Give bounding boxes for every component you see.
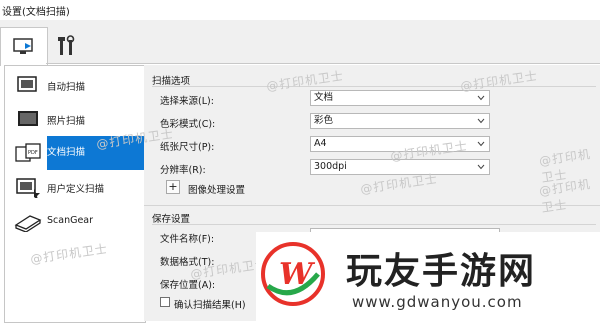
sidebar-item-auto-scan[interactable]: 自动扫描	[5, 68, 145, 102]
tab-strip	[0, 20, 600, 66]
sidebar-item-label: 用户定义扫描	[47, 184, 105, 195]
sidebar-item-label: 自动扫描	[47, 82, 86, 93]
scan-options-title: 扫描选项	[152, 76, 191, 87]
chevron-down-icon	[477, 164, 485, 170]
scangear-icon	[14, 215, 42, 232]
title-bar: 设置(文档扫描)	[0, 0, 600, 20]
tab-tools[interactable]	[47, 28, 87, 64]
sidebar-item-custom-scan[interactable]: 用户定义扫描	[5, 170, 145, 204]
color-mode-value: 彩色	[314, 115, 334, 126]
chevron-down-icon	[477, 118, 485, 124]
section-separator	[144, 205, 600, 206]
window-title: 设置(文档扫描)	[2, 7, 70, 18]
image-processing-label: 图像处理设置	[188, 185, 246, 196]
chevron-down-icon	[477, 141, 485, 147]
source-value: 文档	[314, 92, 334, 103]
sidebar-item-scangear[interactable]: ScanGear	[5, 204, 145, 238]
custom-scan-icon	[16, 178, 40, 198]
brand-url: www.gdwanyou.com	[352, 293, 523, 311]
save-settings-title: 保存设置	[152, 214, 191, 225]
sidebar-item-label: ScanGear	[47, 215, 94, 226]
confirm-scan-label: 确认扫描结果(H)	[174, 300, 246, 311]
brand-title: 玩友手游网	[346, 251, 537, 292]
scan-options-divider	[152, 86, 596, 87]
save-settings-divider	[152, 224, 596, 225]
sidebar: 自动扫描 照片扫描 PDF 文档扫描 用户定义扫描 ScanGear	[4, 65, 146, 323]
photo-scan-icon	[18, 111, 38, 126]
file-name-label: 文件名称(F):	[160, 234, 215, 245]
auto-scan-icon	[17, 76, 37, 92]
tab-divider	[46, 63, 600, 64]
tab-scan-settings[interactable]	[0, 27, 48, 66]
resolution-value: 300dpi	[314, 161, 347, 172]
tools-icon	[58, 35, 75, 55]
brand-logo: W	[261, 242, 325, 306]
document-scan-icon: PDF	[15, 143, 41, 162]
svg-text:PDF: PDF	[28, 150, 38, 156]
expand-image-processing-button[interactable]: +	[166, 180, 180, 194]
confirm-scan-checkbox[interactable]	[160, 297, 170, 307]
monitor-scan-icon	[13, 38, 33, 54]
source-label: 选择来源(L):	[160, 96, 214, 107]
resolution-label: 分辨率(R):	[160, 165, 206, 176]
chevron-down-icon	[477, 95, 485, 101]
sidebar-item-label: 照片扫描	[47, 116, 86, 127]
paper-size-value: A4	[314, 138, 327, 149]
logo-letter: W	[279, 257, 316, 292]
color-mode-select[interactable]: 彩色	[310, 113, 490, 129]
